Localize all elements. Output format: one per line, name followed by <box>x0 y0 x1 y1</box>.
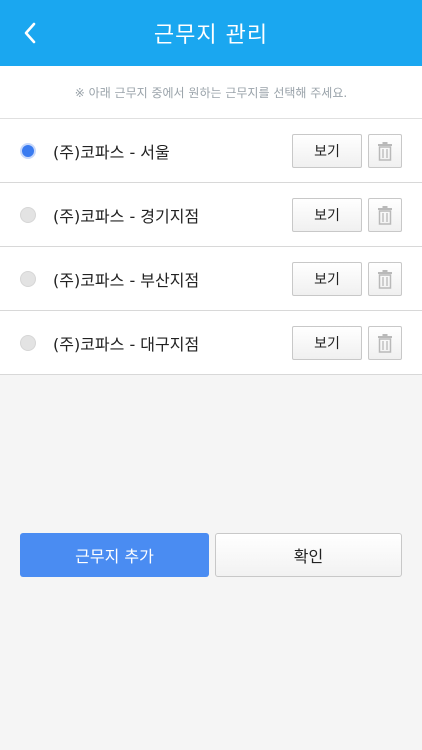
workplace-row[interactable]: (주)코파스 - 경기지점 보기 <box>0 183 422 247</box>
workplace-row[interactable]: (주)코파스 - 서울 보기 <box>0 119 422 183</box>
action-bar: 근무지 추가 확인 <box>20 533 402 577</box>
workplace-list: (주)코파스 - 서울 보기 (주)코파스 - 경기지점 보기 (주)코파스 -… <box>0 119 422 375</box>
back-button[interactable] <box>14 17 46 49</box>
view-button[interactable]: 보기 <box>292 197 362 232</box>
trash-icon <box>378 269 392 289</box>
delete-button[interactable] <box>368 325 402 360</box>
workplace-label: (주)코파스 - 부산지점 <box>53 270 200 290</box>
radio-unselected[interactable] <box>20 334 36 351</box>
trash-icon <box>378 333 392 353</box>
view-button[interactable]: 보기 <box>292 325 362 360</box>
instruction-text: ※ 아래 근무지 중에서 원하는 근무지를 선택해 주세요. <box>0 66 422 119</box>
workplace-row[interactable]: (주)코파스 - 대구지점 보기 <box>0 311 422 375</box>
view-button[interactable]: 보기 <box>292 261 362 296</box>
delete-button[interactable] <box>368 133 402 168</box>
trash-icon <box>378 205 392 225</box>
chevron-left-icon <box>24 22 36 44</box>
workplace-label: (주)코파스 - 경기지점 <box>53 206 200 226</box>
trash-icon <box>378 141 392 161</box>
workplace-label: (주)코파스 - 대구지점 <box>53 334 200 354</box>
delete-button[interactable] <box>368 261 402 296</box>
workplace-row[interactable]: (주)코파스 - 부산지점 보기 <box>0 247 422 311</box>
radio-unselected[interactable] <box>20 206 36 223</box>
app-header: 근무지 관리 <box>0 0 422 66</box>
radio-unselected[interactable] <box>20 270 36 287</box>
delete-button[interactable] <box>368 197 402 232</box>
page-title: 근무지 관리 <box>153 23 269 48</box>
confirm-button[interactable]: 확인 <box>215 533 402 577</box>
workplace-label: (주)코파스 - 서울 <box>53 142 170 162</box>
view-button[interactable]: 보기 <box>292 133 362 168</box>
add-workplace-button[interactable]: 근무지 추가 <box>20 533 209 577</box>
radio-selected[interactable] <box>20 142 36 159</box>
